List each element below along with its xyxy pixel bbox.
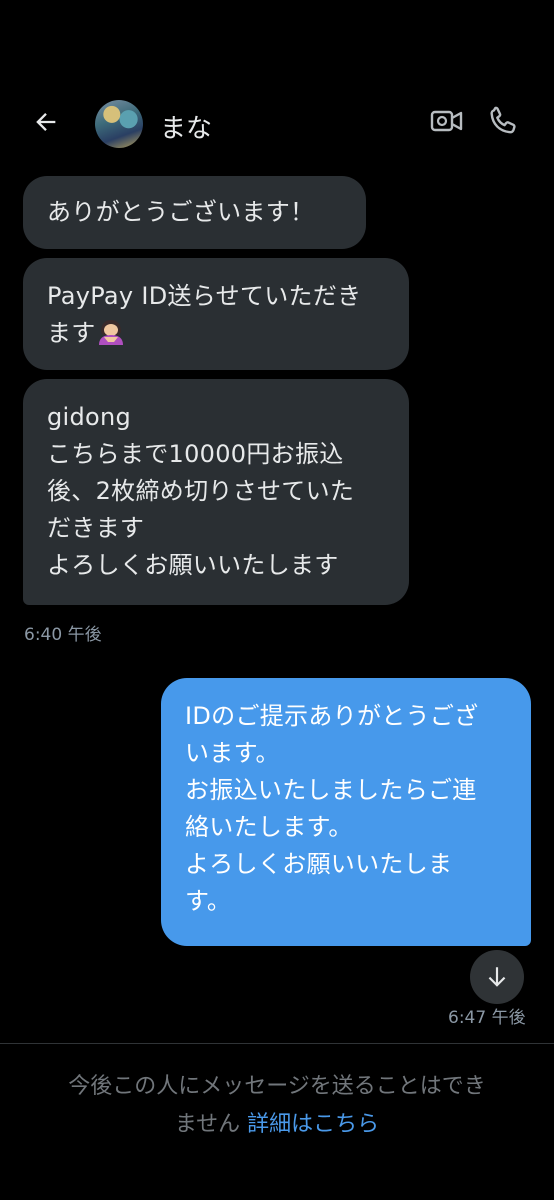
- message-text-line: PayPay ID送らせていただき: [47, 282, 362, 310]
- message-text-line: よろしくお願いいたしま: [185, 850, 453, 878]
- incoming-message-bubble[interactable]: gidong こちらまで10000円お振込 後、2枚締め切りさせていた だきます…: [23, 379, 409, 605]
- conversation-header: まな: [0, 90, 554, 154]
- dm-conversation-screen: まな ありがとうございます！ PayPay ID送らせていただき ます gido…: [0, 0, 554, 1200]
- incoming-message-bubble[interactable]: PayPay ID送らせていただき ます: [23, 258, 409, 370]
- incoming-timestamp: 6:40 午後: [24, 625, 102, 645]
- learn-more-link[interactable]: 詳細はこちら: [247, 1112, 379, 1137]
- message-text-line: IDのご提示ありがとうござ: [185, 702, 479, 730]
- phone-call-button[interactable]: [486, 104, 520, 138]
- message-text-line: います。: [185, 739, 280, 767]
- scroll-to-bottom-button[interactable]: [470, 950, 524, 1004]
- cannot-message-notice: 今後この人にメッセージを送ることはでき ません 詳細はこちら: [0, 1068, 554, 1144]
- video-call-button[interactable]: [430, 106, 464, 136]
- message-text-line-with-emoji: ます: [47, 315, 385, 352]
- notice-line-2: ません 詳細はこちら: [0, 1106, 554, 1144]
- back-arrow-icon: [36, 113, 56, 131]
- message-text-line: だきます: [47, 514, 145, 542]
- outgoing-message-bubble[interactable]: IDのご提示ありがとうござ います。 お振込いたしましたらご連 絡いたします。 …: [161, 678, 531, 946]
- notice-line-1: 今後この人にメッセージを送ることはでき: [68, 1074, 486, 1099]
- message-text-line: お振込いたしましたらご連: [185, 776, 477, 804]
- woman-bowing-emoji-icon: [98, 320, 123, 345]
- message-text-line: す。: [185, 887, 232, 915]
- notice-text: ません: [174, 1112, 241, 1137]
- outgoing-timestamp: 6:47 午後: [448, 1008, 526, 1028]
- arrow-down-icon: [488, 967, 506, 987]
- avatar[interactable]: [95, 100, 143, 148]
- message-text-line: ありがとうございます！: [47, 198, 315, 226]
- incoming-message-bubble[interactable]: ありがとうございます！: [23, 176, 366, 249]
- phone-icon: [490, 106, 516, 134]
- message-text-line: こちらまで10000円お振込: [47, 440, 344, 468]
- message-text-line: ます: [47, 319, 96, 347]
- footer-divider: [0, 1043, 554, 1044]
- message-text-line: 後、2枚締め切りさせていた: [47, 477, 355, 505]
- video-camera-icon: [430, 110, 463, 132]
- message-text-line: gidong: [47, 403, 132, 431]
- back-button[interactable]: [26, 102, 66, 142]
- contact-name[interactable]: まな: [160, 108, 212, 145]
- message-text-line: よろしくお願いいたします: [47, 551, 339, 579]
- message-text-line: 絡いたします。: [185, 813, 353, 841]
